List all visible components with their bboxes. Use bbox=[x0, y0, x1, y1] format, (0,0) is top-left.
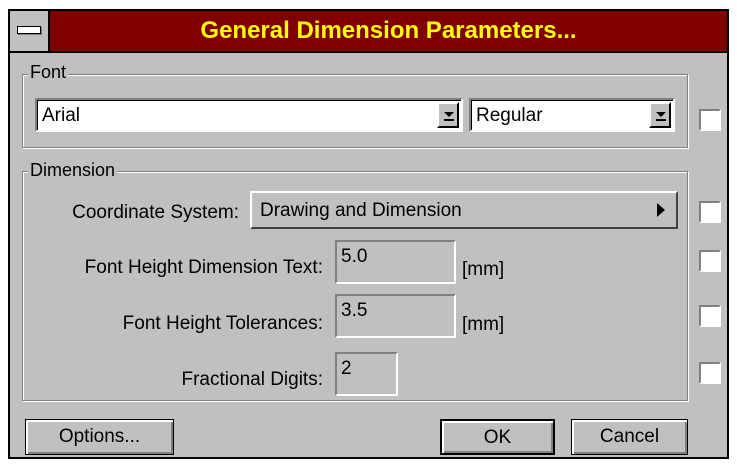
fractional-digits-value: 2 bbox=[341, 358, 352, 379]
coordinate-system-label: Coordinate System: bbox=[72, 202, 239, 223]
fractional-digits-field[interactable]: 2 bbox=[335, 352, 398, 396]
font-name-value: Arial bbox=[42, 105, 81, 126]
font-style-combobox[interactable]: Regular bbox=[469, 98, 675, 132]
system-menu-icon bbox=[17, 26, 41, 34]
font-name-dropdown-button[interactable] bbox=[437, 102, 459, 128]
font-height-text-unit: [mm] bbox=[462, 259, 505, 280]
coordinate-system-button[interactable]: Drawing and Dimension bbox=[250, 191, 678, 229]
dropdown-arrow-icon bbox=[444, 112, 454, 121]
dialog-title: General Dimension Parameters... bbox=[200, 17, 577, 44]
font-style-value: Regular bbox=[476, 105, 543, 126]
font-style-dropdown-button[interactable] bbox=[649, 102, 671, 128]
font-height-tolerances-value: 3.5 bbox=[341, 300, 368, 321]
font-height-text-field[interactable]: 5.0 bbox=[335, 240, 456, 284]
font-height-text-value: 5.0 bbox=[341, 246, 368, 267]
font-name-combobox[interactable]: Arial bbox=[35, 98, 463, 132]
font-height-text-label: Font Height Dimension Text: bbox=[84, 257, 323, 278]
options-button-label: Options... bbox=[58, 426, 141, 447]
font-group-label: Font bbox=[28, 62, 69, 82]
font-height-text-checkbox[interactable] bbox=[699, 250, 721, 272]
font-height-tolerances-label: Font Height Tolerances: bbox=[122, 313, 323, 334]
submenu-arrow-icon bbox=[657, 203, 665, 217]
font-height-tolerances-field[interactable]: 3.5 bbox=[335, 294, 456, 338]
ok-button-label: OK bbox=[483, 427, 512, 448]
cancel-button-label: Cancel bbox=[599, 426, 660, 447]
system-menu-button[interactable] bbox=[10, 11, 50, 51]
fractional-digits-checkbox[interactable] bbox=[699, 362, 721, 384]
options-button[interactable]: Options... bbox=[25, 419, 174, 455]
dimension-group-label: Dimension bbox=[28, 160, 118, 180]
dialog-window: General Dimension Parameters... Font Ari… bbox=[8, 9, 729, 459]
font-checkbox[interactable] bbox=[699, 109, 721, 131]
dropdown-arrow-icon bbox=[656, 112, 666, 121]
font-height-tolerances-checkbox[interactable] bbox=[699, 305, 721, 327]
coordinate-system-value: Drawing and Dimension bbox=[260, 200, 462, 221]
ok-button[interactable]: OK bbox=[440, 419, 555, 455]
fractional-digits-label: Fractional Digits: bbox=[181, 369, 324, 390]
coordinate-system-checkbox[interactable] bbox=[699, 201, 721, 223]
title-bar: General Dimension Parameters... bbox=[10, 11, 727, 53]
font-height-tolerances-unit: [mm] bbox=[462, 314, 505, 335]
cancel-button[interactable]: Cancel bbox=[571, 419, 688, 455]
